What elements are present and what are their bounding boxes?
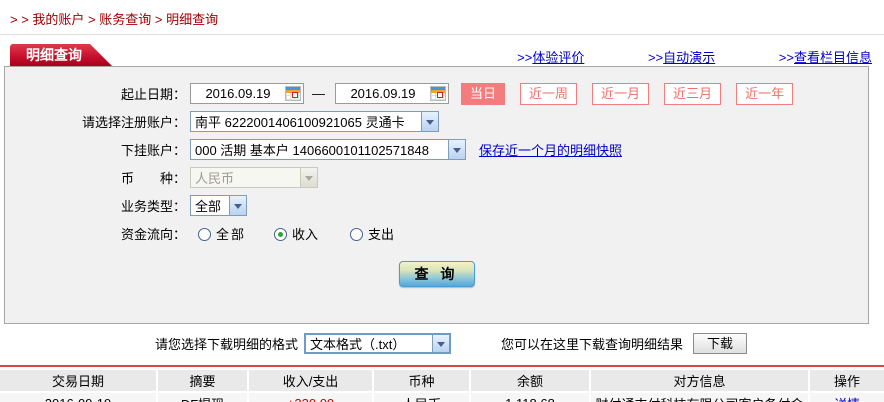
currency-select: 人民币 — [190, 167, 318, 188]
currency-label: 币 种： — [5, 168, 186, 187]
sub-account-value: 000 活期 基本户 1406600101102571848 — [191, 140, 448, 159]
query-button[interactable]: 查 询 — [399, 261, 475, 287]
flow-option-income[interactable]: 收入 — [274, 224, 318, 243]
col-header-counterparty: 对方信息 — [590, 370, 809, 392]
table-top-rule — [0, 365, 884, 367]
cell-summary: DF提现 — [157, 392, 248, 402]
link-prefix: >> — [517, 50, 532, 65]
link-auto-demo[interactable]: >>自动演示 — [648, 50, 715, 65]
chevron-down-icon — [432, 335, 449, 352]
breadcrumb: > > 我的账户 > 账务查询 > 明细查询 — [0, 0, 884, 35]
sub-account-row: 下挂账户： 000 活期 基本户 1406600101102571848 保存近… — [5, 139, 868, 160]
col-header-amount: 收入/支出 — [248, 370, 373, 392]
breadcrumb-separator: > — [151, 12, 166, 27]
radio-expense[interactable] — [350, 228, 363, 241]
calendar-icon[interactable] — [430, 86, 446, 101]
col-header-currency: 币种 — [373, 370, 470, 392]
cell-action: 详情 — [809, 392, 884, 402]
currency-value: 人民币 — [191, 168, 300, 187]
register-account-row: 请选择注册账户： 南平 6222001406100921065 灵通卡 — [5, 111, 868, 132]
biz-type-row: 业务类型： 全部 — [5, 195, 868, 216]
download-format-select[interactable]: 文本格式（.txt） — [304, 333, 451, 354]
link-prefix: >> — [648, 50, 663, 65]
radio-all[interactable] — [198, 228, 211, 241]
query-form-panel: 起止日期： 2016.09.19 — 2016.09.19 当日 近一周 近一月… — [4, 66, 869, 324]
date-from-input[interactable]: 2016.09.19 — [190, 83, 304, 104]
register-account-label: 请选择注册账户： — [5, 112, 186, 131]
chevron-down-icon — [229, 196, 246, 215]
breadcrumb-prefix: > > — [10, 12, 32, 27]
breadcrumb-item-account-query[interactable]: 账务查询 — [99, 12, 151, 27]
download-hint: 您可以在这里下载查询明细结果 — [501, 334, 683, 353]
transactions-table: 交易日期 摘要 收入/支出 币种 余额 对方信息 操作 2016-09-19 D… — [0, 370, 884, 402]
chevron-down-icon — [421, 112, 438, 131]
link-experience-eval[interactable]: >>体验评价 — [517, 50, 584, 65]
flow-option-all-label: 全部 — [216, 227, 246, 242]
col-header-summary: 摘要 — [157, 370, 248, 392]
table-row: 2016-09-19 DF提现 +220.00 人民币 1,118.68 财付通… — [0, 392, 884, 402]
breadcrumb-item-my-account[interactable]: 我的账户 — [32, 12, 84, 27]
biz-type-value: 全部 — [191, 196, 229, 215]
download-format-label: 请您选择下载明细的格式 — [155, 334, 298, 353]
range-button-week[interactable]: 近一周 — [520, 83, 577, 105]
col-header-date: 交易日期 — [0, 370, 157, 392]
breadcrumb-separator: > — [84, 12, 99, 27]
currency-row: 币 种： 人民币 — [5, 167, 868, 188]
cell-balance: 1,118.68 — [470, 392, 590, 402]
date-range-row: 起止日期： 2016.09.19 — 2016.09.19 当日 近一周 近一月… — [5, 83, 868, 104]
biz-type-select[interactable]: 全部 — [190, 195, 247, 216]
breadcrumb-item-detail-query[interactable]: 明细查询 — [166, 12, 218, 27]
download-format-value: 文本格式（.txt） — [306, 334, 432, 353]
range-button-year[interactable]: 近一年 — [736, 83, 793, 105]
date-from-value: 2016.09.19 — [191, 86, 285, 101]
save-snapshot-link[interactable]: 保存近一个月的明细快照 — [479, 140, 622, 159]
sub-account-label: 下挂账户： — [5, 140, 186, 159]
flow-label: 资金流向： — [5, 224, 186, 243]
link-prefix: >> — [779, 50, 794, 65]
range-button-month[interactable]: 近一月 — [592, 83, 649, 105]
tab-bar: 明细查询 >>体验评价 >>自动演示 >>查看栏目信息 — [0, 35, 884, 66]
calendar-icon[interactable] — [285, 86, 301, 101]
col-header-balance: 余额 — [470, 370, 590, 392]
cell-counterparty: 财付通支付科技有限公司客户备付金 — [590, 392, 809, 402]
flow-option-expense[interactable]: 支出 — [350, 224, 394, 243]
cell-date: 2016-09-19 — [0, 392, 157, 402]
flow-option-all[interactable]: 全部 — [198, 224, 246, 243]
date-separator: — — [312, 86, 325, 101]
download-row: 请您选择下载明细的格式 文本格式（.txt） 您可以在这里下载查询明细结果 下载 — [155, 331, 884, 356]
tab-detail-query[interactable]: 明细查询 — [10, 44, 112, 66]
range-button-today[interactable]: 当日 — [461, 83, 505, 105]
register-account-select[interactable]: 南平 6222001406100921065 灵通卡 — [190, 111, 439, 132]
download-button[interactable]: 下载 — [693, 333, 747, 354]
sub-account-select[interactable]: 000 活期 基本户 1406600101102571848 — [190, 139, 466, 160]
range-button-quarter[interactable]: 近三月 — [664, 83, 721, 105]
biz-type-label: 业务类型： — [5, 196, 186, 215]
radio-income[interactable] — [274, 228, 287, 241]
chevron-down-icon — [300, 168, 317, 187]
cell-amount: +220.00 — [248, 392, 373, 402]
date-range-label: 起止日期： — [5, 84, 186, 103]
date-to-input[interactable]: 2016.09.19 — [335, 83, 449, 104]
flow-option-income-label: 收入 — [292, 227, 318, 242]
col-header-action: 操作 — [809, 370, 884, 392]
chevron-down-icon — [448, 140, 465, 159]
date-to-value: 2016.09.19 — [336, 86, 430, 101]
top-links: >>体验评价 >>自动演示 >>查看栏目信息 — [457, 47, 872, 66]
detail-link[interactable]: 详情 — [834, 397, 860, 402]
flow-option-expense-label: 支出 — [368, 227, 394, 242]
query-button-row: 查 询 — [5, 261, 868, 287]
flow-row: 资金流向： 全部 收入 支出 — [5, 223, 868, 244]
table-header-row: 交易日期 摘要 收入/支出 币种 余额 对方信息 操作 — [0, 370, 884, 392]
link-view-column-info[interactable]: >>查看栏目信息 — [779, 50, 872, 65]
register-account-value: 南平 6222001406100921065 灵通卡 — [191, 112, 421, 131]
cell-currency: 人民币 — [373, 392, 470, 402]
